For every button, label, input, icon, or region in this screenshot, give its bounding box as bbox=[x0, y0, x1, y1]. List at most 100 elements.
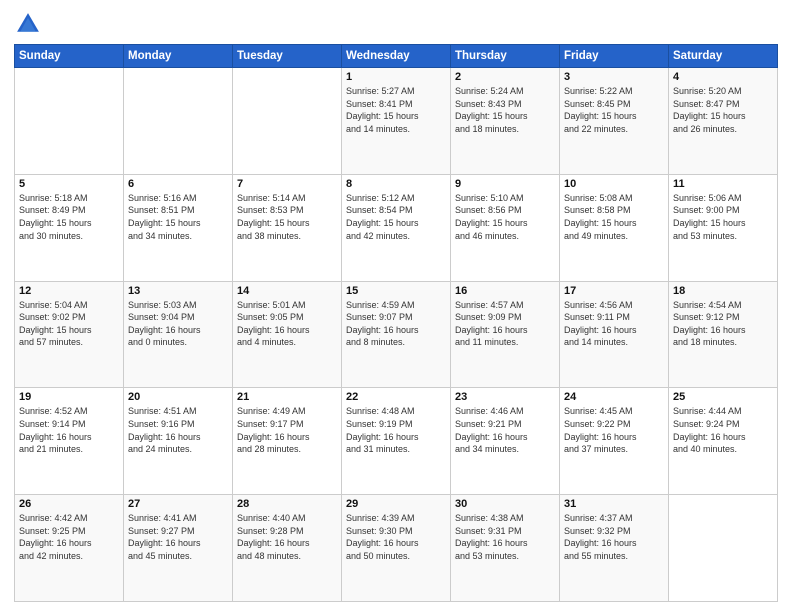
days-of-week-row: SundayMondayTuesdayWednesdayThursdayFrid… bbox=[15, 45, 778, 68]
day-cell-9: 9 Sunrise: 5:10 AM Sunset: 8:56 PM Daylig… bbox=[451, 174, 560, 281]
day-number: 1 bbox=[346, 71, 446, 83]
day-number: 9 bbox=[455, 178, 555, 190]
day-cell-23: 23 Sunrise: 4:46 AM Sunset: 9:21 PM Dayli… bbox=[451, 388, 560, 495]
day-number: 10 bbox=[564, 178, 664, 190]
week-row-4: 19Sunrise: 4:52 AM Sunset: 9:14 PM Dayli… bbox=[15, 388, 778, 495]
day-cell-21: 21 Sunrise: 4:49 AM Sunset: 9:17 PM Dayli… bbox=[233, 388, 342, 495]
day-info: Sunrise: 5:04 AM Sunset: 9:02 PM Dayligh… bbox=[19, 299, 119, 349]
day-number: 12 bbox=[19, 285, 119, 297]
day-number: 20 bbox=[128, 391, 228, 403]
day-number: 24 bbox=[564, 391, 664, 403]
day-number: 30 bbox=[455, 498, 555, 510]
day-number: 26 bbox=[19, 498, 119, 510]
day-info: Sunrise: 5:16 AM Sunset: 8:51 PM Dayligh… bbox=[128, 192, 228, 242]
day-cell-29: 29 Sunrise: 4:39 AM Sunset: 9:30 PM Dayli… bbox=[342, 495, 451, 602]
day-info: Sunrise: 4:52 AM Sunset: 9:14 PM Dayligh… bbox=[19, 405, 119, 455]
day-number: 3 bbox=[564, 71, 664, 83]
day-number: 14 bbox=[237, 285, 337, 297]
day-cell-14: 14 Sunrise: 5:01 AM Sunset: 9:05 PM Dayli… bbox=[233, 281, 342, 388]
day-cell-19: 19Sunrise: 4:52 AM Sunset: 9:14 PM Dayli… bbox=[15, 388, 124, 495]
day-cell-30: 30 Sunrise: 4:38 AM Sunset: 9:31 PM Dayli… bbox=[451, 495, 560, 602]
day-info: Sunrise: 5:01 AM Sunset: 9:05 PM Dayligh… bbox=[237, 299, 337, 349]
day-info: Sunrise: 4:46 AM Sunset: 9:21 PM Dayligh… bbox=[455, 405, 555, 455]
week-row-1: 1 Sunrise: 5:27 AM Sunset: 8:41 PM Daylig… bbox=[15, 68, 778, 175]
calendar-header: SundayMondayTuesdayWednesdayThursdayFrid… bbox=[15, 45, 778, 68]
day-cell-26: 26 Sunrise: 4:42 AM Sunset: 9:25 PM Dayli… bbox=[15, 495, 124, 602]
day-number: 2 bbox=[455, 71, 555, 83]
day-cell-15: 15 Sunrise: 4:59 AM Sunset: 9:07 PM Dayli… bbox=[342, 281, 451, 388]
day-info: Sunrise: 4:42 AM Sunset: 9:25 PM Dayligh… bbox=[19, 512, 119, 562]
week-row-3: 12 Sunrise: 5:04 AM Sunset: 9:02 PM Dayli… bbox=[15, 281, 778, 388]
week-row-5: 26 Sunrise: 4:42 AM Sunset: 9:25 PM Dayli… bbox=[15, 495, 778, 602]
calendar-body: 1 Sunrise: 5:27 AM Sunset: 8:41 PM Daylig… bbox=[15, 68, 778, 602]
day-cell-20: 20 Sunrise: 4:51 AM Sunset: 9:16 PM Dayli… bbox=[124, 388, 233, 495]
day-header-saturday: Saturday bbox=[669, 45, 778, 68]
day-header-monday: Monday bbox=[124, 45, 233, 68]
day-number: 13 bbox=[128, 285, 228, 297]
day-cell-28: 28Sunrise: 4:40 AM Sunset: 9:28 PM Dayli… bbox=[233, 495, 342, 602]
day-header-wednesday: Wednesday bbox=[342, 45, 451, 68]
day-header-friday: Friday bbox=[560, 45, 669, 68]
calendar-table: SundayMondayTuesdayWednesdayThursdayFrid… bbox=[14, 44, 778, 602]
day-number: 21 bbox=[237, 391, 337, 403]
day-info: Sunrise: 4:41 AM Sunset: 9:27 PM Dayligh… bbox=[128, 512, 228, 562]
day-header-thursday: Thursday bbox=[451, 45, 560, 68]
day-info: Sunrise: 5:27 AM Sunset: 8:41 PM Dayligh… bbox=[346, 85, 446, 135]
day-number: 18 bbox=[673, 285, 773, 297]
day-cell-10: 10Sunrise: 5:08 AM Sunset: 8:58 PM Dayli… bbox=[560, 174, 669, 281]
day-cell-11: 11Sunrise: 5:06 AM Sunset: 9:00 PM Dayli… bbox=[669, 174, 778, 281]
day-info: Sunrise: 4:48 AM Sunset: 9:19 PM Dayligh… bbox=[346, 405, 446, 455]
logo bbox=[14, 10, 46, 38]
day-info: Sunrise: 4:38 AM Sunset: 9:31 PM Dayligh… bbox=[455, 512, 555, 562]
day-info: Sunrise: 5:14 AM Sunset: 8:53 PM Dayligh… bbox=[237, 192, 337, 242]
day-cell-13: 13Sunrise: 5:03 AM Sunset: 9:04 PM Dayli… bbox=[124, 281, 233, 388]
day-info: Sunrise: 4:39 AM Sunset: 9:30 PM Dayligh… bbox=[346, 512, 446, 562]
day-number: 17 bbox=[564, 285, 664, 297]
day-cell-8: 8 Sunrise: 5:12 AM Sunset: 8:54 PM Daylig… bbox=[342, 174, 451, 281]
week-row-2: 5Sunrise: 5:18 AM Sunset: 8:49 PM Daylig… bbox=[15, 174, 778, 281]
day-number: 23 bbox=[455, 391, 555, 403]
day-info: Sunrise: 4:44 AM Sunset: 9:24 PM Dayligh… bbox=[673, 405, 773, 455]
empty-cell bbox=[669, 495, 778, 602]
day-cell-12: 12 Sunrise: 5:04 AM Sunset: 9:02 PM Dayli… bbox=[15, 281, 124, 388]
day-cell-22: 22 Sunrise: 4:48 AM Sunset: 9:19 PM Dayli… bbox=[342, 388, 451, 495]
day-number: 25 bbox=[673, 391, 773, 403]
day-number: 15 bbox=[346, 285, 446, 297]
day-info: Sunrise: 4:57 AM Sunset: 9:09 PM Dayligh… bbox=[455, 299, 555, 349]
empty-cell bbox=[124, 68, 233, 175]
day-cell-6: 6Sunrise: 5:16 AM Sunset: 8:51 PM Daylig… bbox=[124, 174, 233, 281]
day-number: 29 bbox=[346, 498, 446, 510]
day-cell-16: 16Sunrise: 4:57 AM Sunset: 9:09 PM Dayli… bbox=[451, 281, 560, 388]
day-cell-4: 4Sunrise: 5:20 AM Sunset: 8:47 PM Daylig… bbox=[669, 68, 778, 175]
day-info: Sunrise: 5:10 AM Sunset: 8:56 PM Dayligh… bbox=[455, 192, 555, 242]
day-cell-1: 1 Sunrise: 5:27 AM Sunset: 8:41 PM Daylig… bbox=[342, 68, 451, 175]
day-info: Sunrise: 4:49 AM Sunset: 9:17 PM Dayligh… bbox=[237, 405, 337, 455]
day-info: Sunrise: 5:06 AM Sunset: 9:00 PM Dayligh… bbox=[673, 192, 773, 242]
day-number: 8 bbox=[346, 178, 446, 190]
day-number: 31 bbox=[564, 498, 664, 510]
day-number: 22 bbox=[346, 391, 446, 403]
day-info: Sunrise: 5:22 AM Sunset: 8:45 PM Dayligh… bbox=[564, 85, 664, 135]
day-cell-18: 18 Sunrise: 4:54 AM Sunset: 9:12 PM Dayli… bbox=[669, 281, 778, 388]
day-header-sunday: Sunday bbox=[15, 45, 124, 68]
header bbox=[14, 10, 778, 38]
day-info: Sunrise: 4:59 AM Sunset: 9:07 PM Dayligh… bbox=[346, 299, 446, 349]
day-cell-3: 3 Sunrise: 5:22 AM Sunset: 8:45 PM Daylig… bbox=[560, 68, 669, 175]
day-number: 27 bbox=[128, 498, 228, 510]
day-cell-31: 31Sunrise: 4:37 AM Sunset: 9:32 PM Dayli… bbox=[560, 495, 669, 602]
day-info: Sunrise: 4:54 AM Sunset: 9:12 PM Dayligh… bbox=[673, 299, 773, 349]
day-info: Sunrise: 5:12 AM Sunset: 8:54 PM Dayligh… bbox=[346, 192, 446, 242]
day-info: Sunrise: 5:18 AM Sunset: 8:49 PM Dayligh… bbox=[19, 192, 119, 242]
day-number: 7 bbox=[237, 178, 337, 190]
day-cell-17: 17Sunrise: 4:56 AM Sunset: 9:11 PM Dayli… bbox=[560, 281, 669, 388]
day-cell-25: 25 Sunrise: 4:44 AM Sunset: 9:24 PM Dayli… bbox=[669, 388, 778, 495]
day-cell-27: 27 Sunrise: 4:41 AM Sunset: 9:27 PM Dayli… bbox=[124, 495, 233, 602]
day-info: Sunrise: 4:45 AM Sunset: 9:22 PM Dayligh… bbox=[564, 405, 664, 455]
calendar-page: SundayMondayTuesdayWednesdayThursdayFrid… bbox=[0, 0, 792, 612]
day-cell-7: 7 Sunrise: 5:14 AM Sunset: 8:53 PM Daylig… bbox=[233, 174, 342, 281]
day-number: 4 bbox=[673, 71, 773, 83]
day-info: Sunrise: 4:51 AM Sunset: 9:16 PM Dayligh… bbox=[128, 405, 228, 455]
day-cell-2: 2Sunrise: 5:24 AM Sunset: 8:43 PM Daylig… bbox=[451, 68, 560, 175]
day-header-tuesday: Tuesday bbox=[233, 45, 342, 68]
day-info: Sunrise: 4:40 AM Sunset: 9:28 PM Dayligh… bbox=[237, 512, 337, 562]
